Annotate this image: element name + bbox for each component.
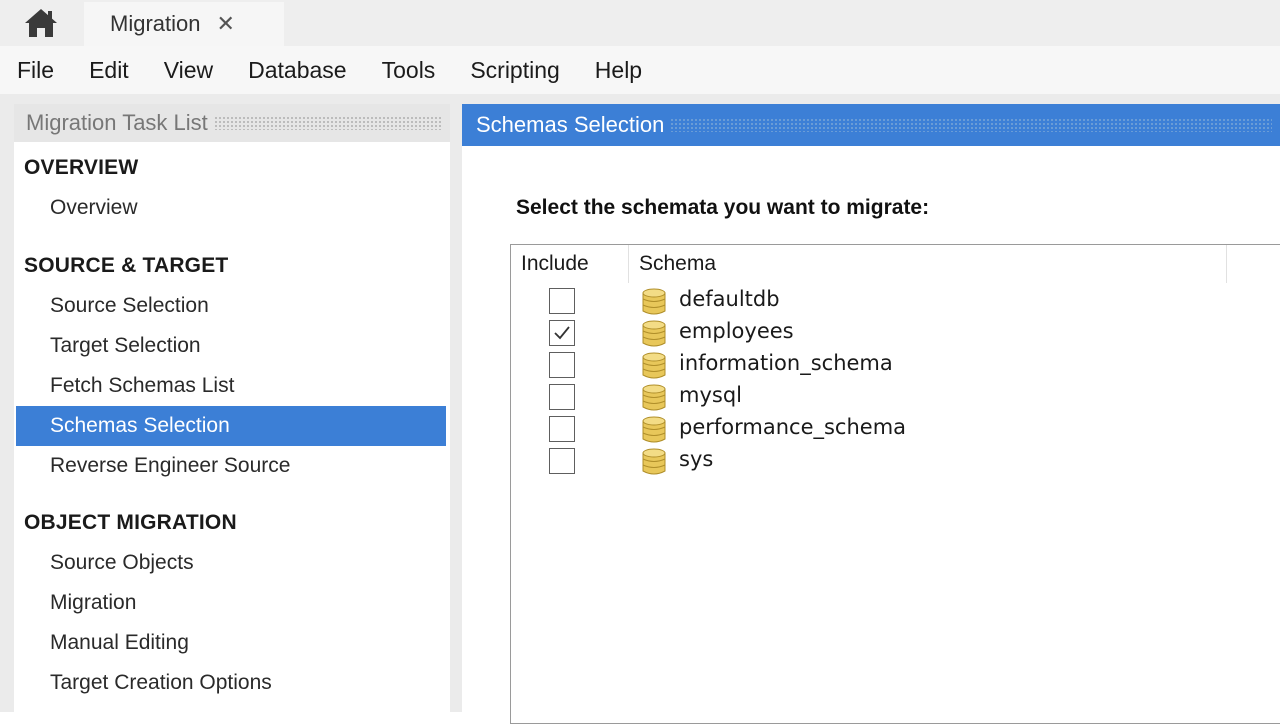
schema-name: information_schema [679,351,893,375]
table-row[interactable]: sys [511,445,1271,477]
header-grip [670,118,1272,132]
menu-bar: File Edit View Database Tools Scripting … [0,46,1280,94]
menu-scripting[interactable]: Scripting [470,57,559,84]
menu-view[interactable]: View [164,57,213,84]
checkmark-icon [554,326,570,340]
include-checkbox[interactable] [549,416,575,442]
menu-database[interactable]: Database [248,57,346,84]
database-icon [641,319,667,349]
tab-strip: Migration ✕ [0,0,1280,46]
task-item-target-selection[interactable]: Target Selection [16,326,446,366]
table-row[interactable]: defaultdb [511,285,1271,317]
menu-edit[interactable]: Edit [89,57,129,84]
database-icon [641,383,667,413]
close-icon[interactable]: ✕ [216,11,234,37]
database-icon [641,447,667,477]
menu-tools[interactable]: Tools [382,57,436,84]
content-panel: Schemas Selection Select the schemata yo… [462,104,1280,724]
section-heading-source-target: SOURCE & TARGET [24,254,229,277]
task-list-header: Migration Task List [14,104,450,142]
task-item-source-objects[interactable]: Source Objects [16,543,446,583]
section-heading-object-migration: OBJECT MIGRATION [24,511,237,534]
schema-name: sys [679,447,714,471]
include-checkbox[interactable] [549,288,575,314]
include-checkbox[interactable] [549,384,575,410]
schema-name: defaultdb [679,287,780,311]
header-grip [213,116,442,130]
schema-name: performance_schema [679,415,907,439]
include-checkbox[interactable] [549,352,575,378]
database-icon [641,287,667,317]
instruction-text: Select the schemata you want to migrate: [516,196,930,219]
section-heading-overview: OVERVIEW [24,156,139,179]
task-item-migration[interactable]: Migration [16,583,446,623]
schema-name: employees [679,319,794,343]
task-list-panel: Migration Task List OVERVIEW Overview SO… [14,104,450,712]
include-checkbox[interactable] [549,448,575,474]
task-item-overview[interactable]: Overview [16,188,446,228]
task-item-manual-editing[interactable]: Manual Editing [16,623,446,663]
table-row[interactable]: information_schema [511,349,1271,381]
database-icon [641,415,667,445]
task-item-schemas-selection[interactable]: Schemas Selection [16,406,446,446]
table-row[interactable]: mysql [511,381,1271,413]
home-icon [25,9,57,37]
schema-table: Include Schema defaultdb employees informa… [510,244,1280,724]
schema-name: mysql [679,383,742,407]
include-checkbox[interactable] [549,320,575,346]
table-row[interactable]: performance_schema [511,413,1271,445]
task-item-fetch-schemas-list[interactable]: Fetch Schemas List [16,366,446,406]
menu-help[interactable]: Help [595,57,642,84]
column-header-schema[interactable]: Schema [629,245,1227,283]
menu-file[interactable]: File [17,57,54,84]
column-header-include[interactable]: Include [511,245,629,283]
content-header: Schemas Selection [462,104,1280,146]
task-item-reverse-engineer-source[interactable]: Reverse Engineer Source [16,446,446,486]
table-row[interactable]: employees [511,317,1271,349]
tab-migration[interactable]: Migration ✕ [84,2,284,46]
workspace: Migration Task List OVERVIEW Overview SO… [0,94,1280,724]
home-tab[interactable] [0,0,82,46]
task-list-title: Migration Task List [26,110,208,135]
tab-label: Migration [110,11,201,36]
task-item-target-creation-options[interactable]: Target Creation Options [16,663,446,703]
task-item-source-selection[interactable]: Source Selection [16,286,446,326]
content-title: Schemas Selection [476,112,665,137]
database-icon [641,351,667,381]
